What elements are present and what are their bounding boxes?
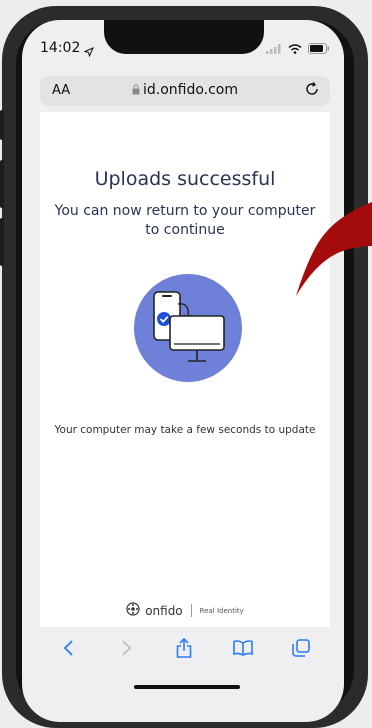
- home-indicator[interactable]: [134, 685, 240, 689]
- status-icons: [266, 39, 330, 58]
- url-text: id.onfido.com: [142, 82, 239, 98]
- tabs-icon[interactable]: [291, 638, 311, 662]
- onfido-logo-icon: [126, 602, 140, 619]
- back-icon[interactable]: [59, 638, 79, 662]
- volume-down-button: [0, 218, 4, 266]
- wifi-icon: [288, 39, 302, 58]
- forward-icon[interactable]: [116, 638, 136, 662]
- brand-name: onfido: [145, 603, 183, 618]
- share-icon[interactable]: [174, 637, 194, 663]
- update-note: Your computer may take a few seconds to …: [54, 424, 316, 436]
- battery-icon: [308, 39, 330, 58]
- red-swoosh-graphic: [296, 202, 372, 296]
- page-subtitle: You can now return to your computer to c…: [54, 203, 316, 238]
- bookmarks-icon[interactable]: [232, 638, 254, 662]
- volume-up-button: [0, 160, 4, 208]
- brand-tagline: Real Identity: [199, 606, 244, 615]
- url-bar[interactable]: AA id.onfido.com: [40, 76, 330, 106]
- lock-icon: [132, 83, 140, 99]
- onfido-branding: onfido Real Identity: [40, 602, 330, 619]
- location-arrow-icon: [83, 42, 94, 61]
- notch: [104, 20, 264, 54]
- url-display[interactable]: id.onfido.com: [40, 82, 330, 99]
- phone-screen: 14:02 AA id.onfido.com Uploads successfu…: [22, 20, 344, 722]
- phone-to-computer-illustration: [134, 274, 242, 382]
- reload-icon[interactable]: [304, 81, 320, 101]
- brand-divider: [190, 604, 192, 617]
- signal-icon: [266, 39, 282, 58]
- mute-switch: [0, 110, 4, 140]
- web-page: Uploads successful You can now return to…: [40, 112, 330, 627]
- page-title: Uploads successful: [94, 168, 276, 190]
- status-time: 14:02: [40, 40, 81, 56]
- browser-toolbar: [40, 627, 330, 673]
